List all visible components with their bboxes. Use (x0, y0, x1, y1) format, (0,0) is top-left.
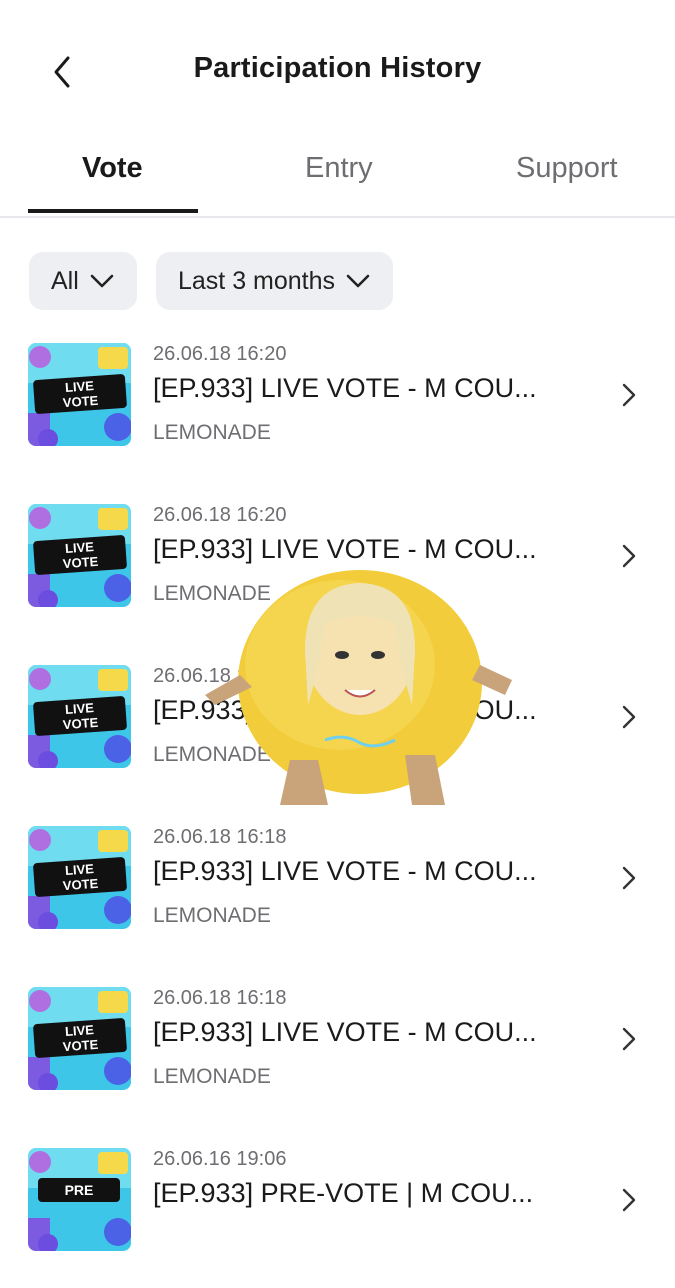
tab-vote[interactable]: Vote (82, 152, 143, 185)
thumb-badge-line2: VOTE (62, 553, 99, 572)
chevron-down-icon (346, 274, 370, 288)
chevron-down-icon (90, 274, 114, 288)
vote-thumbnail: LIVE VOTE (28, 987, 131, 1090)
period-filter-label: Last 3 months (178, 266, 336, 295)
item-date: 26.06.18 16:18 (153, 987, 287, 1009)
chevron-right-icon (622, 705, 636, 729)
item-artist: LEMONADE (153, 904, 271, 927)
item-title: [EP.933] LIVE VOTE - M COU... (153, 1017, 537, 1047)
item-title: [EP.933] LIVE VOTE - M COU... (153, 373, 537, 403)
thumb-badge-line2: VOTE (62, 392, 99, 411)
vote-thumbnail: LIVE VOTE (28, 343, 131, 446)
vote-thumbnail: LIVE VOTE (28, 826, 131, 929)
chevron-right-icon (622, 1027, 636, 1051)
list-item[interactable]: PRE 26.06.16 19:06 [EP.933] PRE-VOTE | M… (0, 1148, 675, 1288)
vote-thumbnail: LIVE VOTE (28, 504, 131, 607)
chevron-right-icon (622, 383, 636, 407)
item-title: [EP.933] PRE-VOTE | M COU... (153, 1178, 534, 1208)
thumb-badge-line2: VOTE (62, 875, 99, 894)
period-filter-dropdown[interactable]: Last 3 months (156, 252, 394, 310)
item-artist: LEMONADE (153, 421, 271, 444)
type-filter-dropdown[interactable]: All (29, 252, 137, 310)
list-item[interactable]: LIVE VOTE 26.06.18 16:18 [EP.933] LIVE V… (0, 826, 675, 966)
tab-bar: Vote Entry Support (0, 140, 675, 218)
page-title: Participation History (193, 52, 482, 84)
item-date: 26.06.16 19:06 (153, 1148, 287, 1170)
active-tab-indicator (28, 209, 198, 213)
item-date: 26.06.18 16:18 (153, 826, 287, 848)
item-date: 26.06.18 16:20 (153, 343, 287, 365)
tab-support[interactable]: Support (516, 152, 618, 185)
type-filter-label: All (51, 266, 79, 295)
list-item[interactable]: LIVE VOTE 26.06.18 16:20 [EP.933] LIVE V… (0, 343, 675, 483)
app-header: Participation History (0, 0, 675, 130)
vote-thumbnail: LIVE VOTE (28, 665, 131, 768)
thumb-badge-line1: PRE (64, 1182, 94, 1198)
chevron-right-icon (622, 1188, 636, 1212)
thumb-badge-line2: VOTE (62, 1036, 99, 1055)
chevron-right-icon (622, 544, 636, 568)
list-item[interactable]: LIVE VOTE 26.06.18 16:18 [EP.933] LIVE V… (0, 987, 675, 1127)
character-sticker-image (205, 570, 512, 805)
tab-entry[interactable]: Entry (305, 152, 373, 185)
item-date: 26.06.18 16:20 (153, 504, 287, 526)
chevron-right-icon (622, 866, 636, 890)
item-artist: LEMONADE (153, 1065, 271, 1088)
item-title: [EP.933] LIVE VOTE - M COU... (153, 856, 537, 886)
thumb-badge-line2: VOTE (62, 714, 99, 733)
